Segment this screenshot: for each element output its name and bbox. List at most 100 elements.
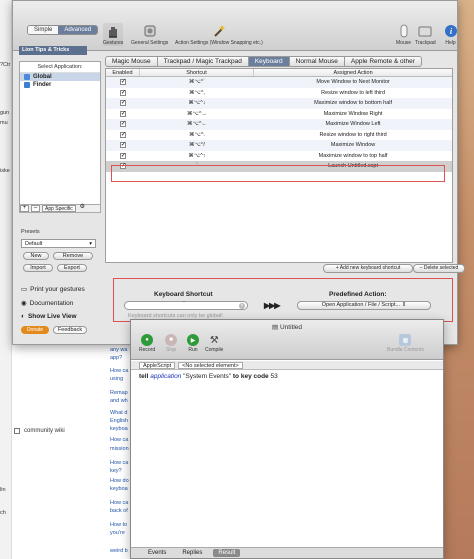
add-app-button[interactable]: +: [20, 205, 29, 212]
background-question-link[interactable]: How do: [110, 478, 129, 484]
donate-button[interactable]: Donate: [21, 326, 49, 334]
enabled-checkbox[interactable]: ✓: [119, 110, 126, 117]
element-select[interactable]: <No selected element>: [178, 361, 243, 369]
background-question-link[interactable]: mission: [110, 446, 129, 452]
remove-preset-button[interactable]: Remove: [53, 252, 93, 260]
action-cell: Maximize Window Right: [323, 110, 383, 117]
shortcut-cell: ⌘⌥^→: [187, 110, 207, 117]
background-question-link[interactable]: and wh: [110, 398, 128, 404]
background-question-link[interactable]: using: [110, 376, 123, 382]
community-wiki-option[interactable]: community wiki: [14, 428, 65, 434]
enabled-checkbox[interactable]: ✓: [119, 142, 126, 149]
preset-select[interactable]: Default ▾: [21, 239, 96, 248]
tab-events[interactable]: Events: [143, 549, 171, 557]
table-row[interactable]: ✓ ⌘⌥^↓ Maximize window to bottom half: [106, 98, 452, 109]
mode-switch[interactable]: Simple Advanced: [27, 25, 99, 35]
background-question-link[interactable]: English: [110, 418, 128, 424]
printer-icon: ▭: [21, 286, 28, 293]
toolbar-help[interactable]: i Help: [443, 23, 458, 46]
background-question-link[interactable]: How ca: [110, 460, 128, 466]
background-question-link[interactable]: key?: [110, 468, 122, 474]
predefined-action-select[interactable]: Open Application / File / Script... ⇕: [297, 301, 431, 310]
shortcut-recorder-field[interactable]: ` ×: [124, 301, 248, 310]
table-row[interactable]: ✓ ⌘⌥^. Resize window to right third: [106, 130, 452, 141]
header-assigned-action[interactable]: Assigned Action: [254, 69, 452, 76]
bundle-contents-button[interactable]: ▦ Bundle Contents: [387, 334, 424, 353]
script-code-area[interactable]: tell application "System Events" to key …: [139, 373, 278, 380]
remove-app-button[interactable]: –: [31, 205, 40, 212]
shortcut-cell: ⌘⌥^`: [188, 79, 206, 86]
background-question-link[interactable]: How ca: [110, 437, 128, 443]
app-specific-button[interactable]: App Specific: [42, 205, 76, 212]
community-wiki-checkbox[interactable]: [14, 428, 20, 434]
add-shortcut-button[interactable]: + Add new keyboard shortcut: [323, 264, 413, 273]
window-toolbar: Simple Advanced Gestures General Setting…: [13, 1, 457, 51]
background-question-link[interactable]: Remap: [110, 390, 128, 396]
background-snippet: ?Ctr: [0, 62, 11, 68]
live-view-button[interactable]: ◐ Show Live View: [21, 313, 77, 320]
enabled-checkbox[interactable]: ✓: [119, 100, 126, 107]
table-row[interactable]: ✓ ⌘⌥^, Resize window to left third: [106, 88, 452, 99]
background-question-link[interactable]: app?: [110, 355, 122, 361]
background-question-link[interactable]: How ca: [110, 500, 128, 506]
background-question-link[interactable]: keyboa: [110, 486, 128, 492]
print-gestures-button[interactable]: ▭ Print your gestures: [21, 285, 85, 294]
enabled-checkbox[interactable]: ✓: [119, 79, 126, 86]
tab-apple-remote[interactable]: Apple Remote & other: [344, 56, 422, 67]
toolbar-gestures[interactable]: Gestures: [103, 23, 124, 46]
stop-button[interactable]: ■ Stop: [165, 334, 177, 353]
background-question-link[interactable]: What d: [110, 410, 127, 416]
header-shortcut[interactable]: Shortcut: [140, 69, 255, 76]
enabled-checkbox[interactable]: ✓: [119, 131, 126, 138]
background-question-link[interactable]: back of: [110, 508, 128, 514]
enabled-checkbox[interactable]: ✓: [119, 121, 126, 128]
header-enabled[interactable]: Enabled: [106, 69, 140, 76]
gear-icon[interactable]: ⚙: [78, 204, 87, 212]
documentation-link[interactable]: ◉ Documentation: [21, 299, 73, 308]
delete-selected-button[interactable]: – Delete selected: [413, 264, 465, 273]
toolbar-trackpad[interactable]: Trackpad: [415, 23, 436, 46]
table-row[interactable]: ✓ ⌘⌥^← Maximize Window Left: [106, 119, 452, 130]
shortcut-cell: ⌘⌥^/: [188, 142, 205, 149]
feedback-button[interactable]: Feedback: [53, 326, 87, 334]
toolbar-general-settings[interactable]: General Settings: [131, 23, 168, 46]
table-row[interactable]: ✓ ⌘⌥^` Move Window to Next Monitor: [106, 77, 452, 88]
enabled-checkbox[interactable]: ✓: [119, 152, 126, 159]
chevron-down-icon: ▾: [89, 241, 92, 247]
background-question-link[interactable]: How to: [110, 522, 127, 528]
background-question-link[interactable]: weird b: [110, 548, 128, 554]
background-question-link[interactable]: you're: [110, 530, 125, 536]
tab-result[interactable]: Result: [213, 549, 241, 557]
editor-title-text: Untitled: [279, 324, 302, 331]
language-select[interactable]: AppleScript: [139, 361, 176, 369]
toolbar-mouse[interactable]: Mouse: [396, 23, 411, 46]
compile-button[interactable]: ⚒ Compile: [205, 334, 223, 354]
tab-replies[interactable]: Replies: [177, 549, 207, 557]
app-item-finder[interactable]: Finder: [20, 81, 100, 89]
tab-normal-mouse[interactable]: Normal Mouse: [289, 56, 345, 67]
app-item-global[interactable]: Global: [20, 73, 100, 81]
background-question-link[interactable]: keyboa: [110, 426, 128, 432]
clear-icon[interactable]: ×: [239, 303, 245, 309]
new-preset-button[interactable]: New: [23, 252, 49, 260]
table-header: Enabled Shortcut Assigned Action: [106, 69, 452, 77]
export-preset-button[interactable]: Export: [57, 264, 87, 272]
mode-advanced[interactable]: Advanced: [58, 26, 98, 34]
lion-tips-button[interactable]: Lion Tips & Tricks: [19, 46, 87, 55]
background-question-link[interactable]: How ca: [110, 368, 128, 374]
run-button[interactable]: ▶ Run: [187, 334, 199, 353]
table-row[interactable]: ✓ ⌘⌥^↑ Maximize window to top half: [106, 151, 452, 162]
background-question-link[interactable]: any wa: [110, 347, 127, 353]
record-button[interactable]: ● Record: [139, 334, 155, 353]
table-row[interactable]: ✓ ⌘⌥^/ Maximize Window: [106, 140, 452, 151]
tab-trackpad[interactable]: Trackpad / Magic Trackpad: [157, 56, 249, 67]
shortcut-cell: ⌘⌥^,: [188, 89, 205, 96]
table-row[interactable]: ✓ ⌘⌥^→ Maximize Window Right: [106, 109, 452, 120]
tab-keyboard[interactable]: Keyboard: [248, 56, 290, 67]
toolbar-action-settings[interactable]: Action Settings (Window Snapping etc.): [175, 23, 263, 46]
code-class: application: [150, 373, 182, 380]
enabled-checkbox[interactable]: ✓: [119, 89, 126, 96]
import-preset-button[interactable]: Import: [23, 264, 53, 272]
tab-magic-mouse[interactable]: Magic Mouse: [105, 56, 158, 67]
mode-simple[interactable]: Simple: [28, 26, 59, 34]
